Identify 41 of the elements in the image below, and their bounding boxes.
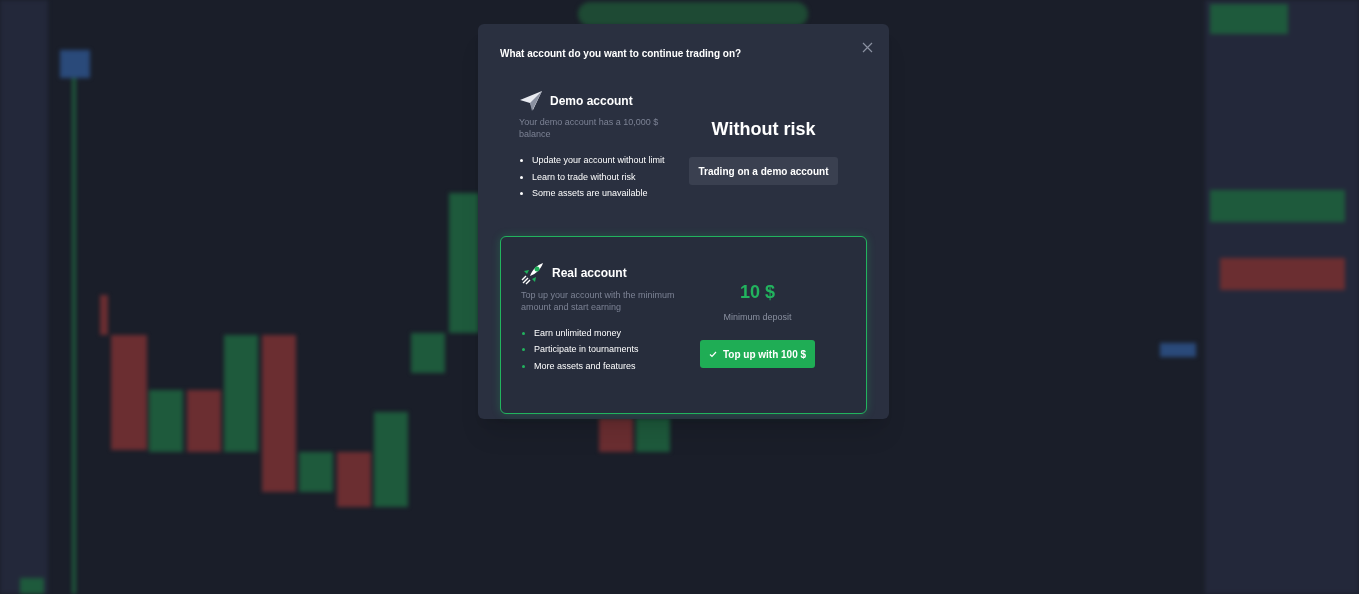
- rocket-icon: [521, 260, 545, 285]
- dialog-question: What account do you want to continue trading on?: [500, 47, 742, 61]
- candle: [299, 452, 333, 492]
- candle: [337, 452, 371, 507]
- candle: [411, 333, 445, 373]
- demo-button[interactable]: Trading on a demo account: [689, 157, 838, 185]
- account-description: Your demo account has a 10,000 $ balance: [519, 116, 660, 140]
- feature-text: Participate in tournaments: [534, 343, 639, 356]
- feature-text: Earn unlimited money: [534, 326, 622, 340]
- feature-text: More assets and features: [534, 359, 636, 373]
- account-card[interactable]: Real account Top up your account with the minimum amount and start earning Earn unlimited money Participate in tournaments More assets and features 10 $ Minimum deposit Top up with 100 $: [500, 235, 867, 414]
- bullet-icon: [520, 159, 523, 163]
- bullet-icon: [522, 348, 525, 352]
- bullet-icon: [520, 175, 523, 179]
- account-title: Demo account: [550, 93, 633, 110]
- toolbar-button[interactable]: [60, 50, 90, 78]
- price-tag: [1160, 343, 1196, 357]
- close-icon[interactable]: [862, 42, 873, 53]
- feature-text: Learn to trade without risk: [532, 170, 636, 184]
- paper-plane-icon: [519, 90, 543, 112]
- deposit-caption: Minimum deposit: [723, 310, 792, 324]
- candle: [149, 390, 183, 452]
- candle: [187, 390, 221, 452]
- bullet-icon: [522, 331, 525, 335]
- sidebar-button[interactable]: [20, 578, 44, 594]
- feature-text: Some assets are unavailable: [532, 187, 648, 200]
- candle: [636, 418, 670, 452]
- deposit-amount: 10 $: [739, 280, 775, 304]
- check-icon: [708, 350, 717, 358]
- account-section[interactable]: Demo account Your demo account has a 10,000 $ balance Update your account without limit Learn to trade without risk Some assets are unavailable Without risk Trading on a demo account: [500, 83, 867, 228]
- trade-button[interactable]: [1210, 190, 1345, 222]
- bullet-icon: [522, 364, 525, 368]
- candle: [100, 295, 108, 335]
- feature-text: Update your account without limit: [532, 154, 665, 167]
- account-description: Top up your account with the minimum amount and start earning: [521, 288, 676, 313]
- account-title: Real account: [552, 264, 627, 282]
- candle: [599, 418, 633, 452]
- trade-button[interactable]: [1220, 258, 1345, 290]
- deposit-button[interactable]: [1210, 4, 1288, 34]
- demo-headline: Without risk: [711, 118, 816, 141]
- bullet-icon: [520, 192, 523, 196]
